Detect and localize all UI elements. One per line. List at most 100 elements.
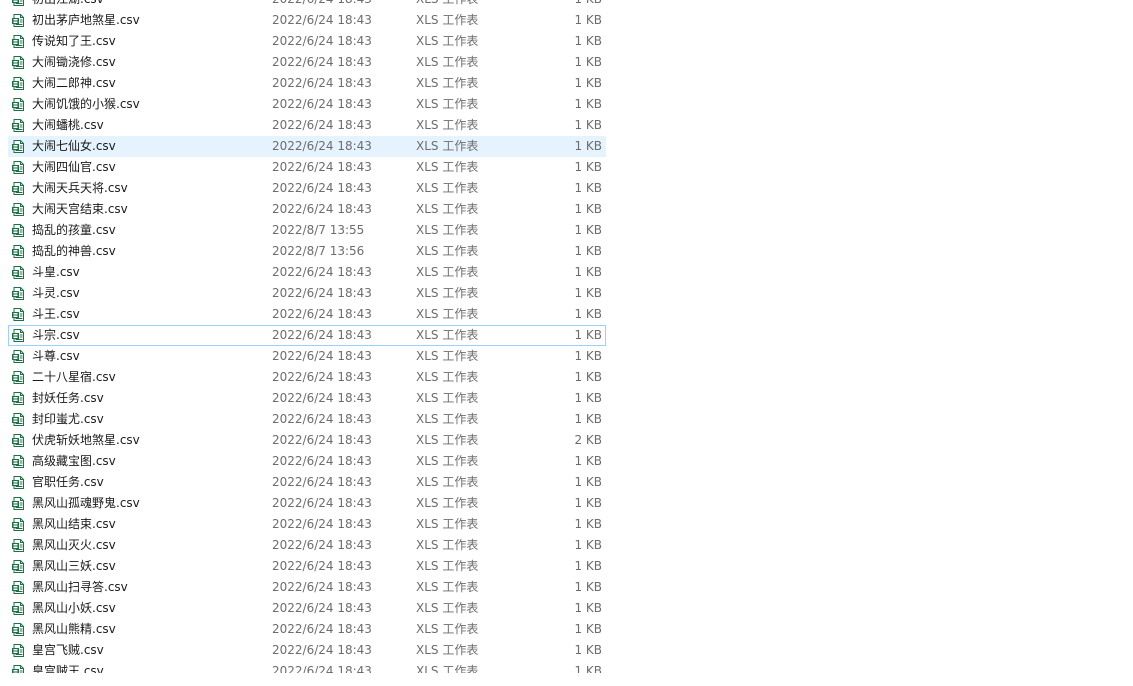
csv-spreadsheet-icon: [12, 98, 24, 111]
file-name: 初出茅庐地煞星.csv: [32, 13, 140, 27]
file-date: 2022/6/24 18:43: [272, 55, 372, 69]
file-date: 2022/6/24 18:43: [272, 328, 372, 342]
file-row[interactable]: 高级藏宝图.csv 2022/6/24 18:43 XLS 工作表 1 KB: [8, 451, 606, 472]
file-row[interactable]: 黑风山小妖.csv 2022/6/24 18:43 XLS 工作表 1 KB: [8, 598, 606, 619]
csv-spreadsheet-icon: [12, 581, 24, 594]
file-name: 高级藏宝图.csv: [32, 454, 116, 468]
file-type: XLS 工作表: [416, 34, 479, 48]
file-row[interactable]: 斗王.csv 2022/6/24 18:43 XLS 工作表 1 KB: [8, 304, 606, 325]
file-row[interactable]: 初出江湖.csv 2022/6/24 18:43 XLS 工作表1 KB: [8, 0, 606, 10]
file-row[interactable]: 斗皇.csv 2022/6/24 18:43 XLS 工作表 1 KB: [8, 262, 606, 283]
csv-spreadsheet-icon: [12, 14, 24, 27]
file-row[interactable]: 初出茅庐地煞星.csv 2022/6/24 18:43 XLS 工作表 1 KB: [8, 10, 606, 31]
file-type: XLS 工作表: [416, 601, 479, 615]
file-size: 1 KB: [529, 0, 602, 10]
file-date: 2022/6/24 18:43: [272, 76, 372, 90]
file-row[interactable]: 封妖任务.csv 2022/6/24 18:43 XLS 工作表 1 KB: [8, 388, 606, 409]
file-row[interactable]: 斗灵.csv 2022/6/24 18:43 XLS 工作表 1 KB: [8, 283, 606, 304]
file-row[interactable]: 封印蚩尤.csv 2022/6/24 18:43 XLS 工作表 1 KB: [8, 409, 606, 430]
csv-spreadsheet-icon: [12, 287, 24, 300]
file-name: 斗王.csv: [32, 307, 80, 321]
file-row[interactable]: 捣乱的孩童.csv 2022/8/7 13:55 XLS 工作表 1 KB: [8, 220, 606, 241]
file-name: 黑风山三妖.csv: [32, 559, 116, 573]
file-row[interactable]: 皇宫贼王.csv 2022/6/24 18:43 XLS 工作表 1 KB: [8, 661, 606, 673]
file-row[interactable]: 大闹蟠桃.csv 2022/6/24 18:43 XLS 工作表 1 KB: [8, 115, 606, 136]
file-size: 1 KB: [574, 391, 602, 405]
csv-spreadsheet-icon: [12, 476, 24, 489]
file-row[interactable]: 大闹天宫结束.csv 2022/6/24 18:43 XLS 工作表 1 KB: [8, 199, 606, 220]
file-date: 2022/6/24 18:43: [272, 13, 372, 27]
file-size: 1 KB: [574, 370, 602, 384]
file-type: XLS 工作表: [416, 664, 479, 673]
file-type: XLS 工作表: [416, 559, 479, 573]
file-name: 官职任务.csv: [32, 475, 104, 489]
file-type: XLS 工作表: [416, 496, 479, 510]
file-row[interactable]: 斗宗.csv 2022/6/24 18:43 XLS 工作表 1 KB: [8, 325, 606, 346]
file-size: 1 KB: [574, 538, 602, 552]
file-type: XLS 工作表: [416, 202, 479, 216]
file-row[interactable]: 官职任务.csv 2022/6/24 18:43 XLS 工作表 1 KB: [8, 472, 606, 493]
file-size: 1 KB: [574, 580, 602, 594]
file-list: 初出江湖.csv 2022/6/24 18:43 XLS 工作表 1 KB 初出茅庐地…: [8, 0, 606, 673]
csv-spreadsheet-icon: [12, 266, 24, 279]
file-row[interactable]: 黑风山结束.csv 2022/6/24 18:43 XLS 工作表 1 KB: [8, 514, 606, 535]
file-date: 2022/6/24 18:43: [272, 559, 372, 573]
file-date: 2022/6/24 18:43: [272, 34, 372, 48]
file-row[interactable]: 皇宫飞贼.csv 2022/6/24 18:43 XLS 工作表 1 KB: [8, 640, 606, 661]
file-date: 2022/6/24 18:43: [272, 433, 372, 447]
csv-spreadsheet-icon: [12, 182, 24, 195]
file-row[interactable]: 大闹饥饿的小猴.csv 2022/6/24 18:43 XLS 工作表 1 KB: [8, 94, 606, 115]
file-row[interactable]: 黑风山熊精.csv 2022/6/24 18:43 XLS 工作表 1 KB: [8, 619, 606, 640]
file-row[interactable]: 大闹锄浇修.csv 2022/6/24 18:43 XLS 工作表 1 KB: [8, 52, 606, 73]
file-date: 2022/6/24 18:43: [272, 307, 372, 321]
file-row[interactable]: 斗尊.csv 2022/6/24 18:43 XLS 工作表 1 KB: [8, 346, 606, 367]
file-date: 2022/6/24 18:43: [272, 517, 372, 531]
file-date: 2022/6/24 18:43: [272, 601, 372, 615]
file-row[interactable]: 大闹天兵天将.csv 2022/6/24 18:43 XLS 工作表 1 KB: [8, 178, 606, 199]
file-size: 1 KB: [574, 118, 602, 132]
csv-spreadsheet-icon: [12, 497, 24, 510]
csv-spreadsheet-icon: [12, 224, 24, 237]
file-row[interactable]: 捣乱的神兽.csv 2022/8/7 13:56 XLS 工作表 1 KB: [8, 241, 606, 262]
file-row[interactable]: 黑风山扫寻答.csv 2022/6/24 18:43 XLS 工作表 1 KB: [8, 577, 606, 598]
file-date: 2022/6/24 18:43: [272, 181, 372, 195]
file-date: 2022/8/7 13:56: [272, 244, 365, 258]
csv-spreadsheet-icon: [12, 245, 24, 258]
csv-spreadsheet-icon: [12, 77, 24, 90]
file-date: 2022/6/24 18:43: [272, 265, 372, 279]
file-name: 初出江湖.csv: [32, 0, 262, 10]
file-size: 1 KB: [574, 307, 602, 321]
file-name: 斗宗.csv: [32, 328, 80, 342]
csv-spreadsheet-icon: [12, 560, 24, 573]
file-type: XLS 工作表: [416, 391, 479, 405]
csv-spreadsheet-icon: [12, 0, 24, 6]
csv-spreadsheet-icon: [12, 518, 24, 531]
file-type: XLS 工作表: [416, 349, 479, 363]
file-row[interactable]: 黑风山三妖.csv 2022/6/24 18:43 XLS 工作表 1 KB: [8, 556, 606, 577]
file-row[interactable]: 二十八星宿.csv 2022/6/24 18:43 XLS 工作表 1 KB: [8, 367, 606, 388]
file-row[interactable]: 大闹二郎神.csv 2022/6/24 18:43 XLS 工作表 1 KB: [8, 73, 606, 94]
file-row[interactable]: 传说知了王.csv 2022/6/24 18:43 XLS 工作表 1 KB: [8, 31, 606, 52]
file-row[interactable]: 黑风山灭火.csv 2022/6/24 18:43 XLS 工作表 1 KB: [8, 535, 606, 556]
file-date: 2022/6/24 18:43: [272, 475, 372, 489]
file-name: 二十八星宿.csv: [32, 370, 116, 384]
file-size: 2 KB: [574, 433, 602, 447]
file-row[interactable]: 大闹七仙女.csv 2022/6/24 18:43 XLS 工作表 1 KB: [8, 136, 606, 157]
file-row[interactable]: 伏虎斩妖地煞星.csv 2022/6/24 18:43 XLS 工作表 2 KB: [8, 430, 606, 451]
file-row[interactable]: 大闹四仙官.csv 2022/6/24 18:43 XLS 工作表 1 KB: [8, 157, 606, 178]
file-type: XLS 工作表: [416, 118, 479, 132]
file-date: 2022/6/24 18:43: [272, 454, 372, 468]
csv-spreadsheet-icon: [12, 329, 24, 342]
csv-spreadsheet-icon: [12, 434, 24, 447]
file-row[interactable]: 黑风山孤魂野鬼.csv 2022/6/24 18:43 XLS 工作表 1 KB: [8, 493, 606, 514]
file-type: XLS 工作表: [416, 55, 479, 69]
csv-spreadsheet-icon: [12, 140, 24, 153]
csv-spreadsheet-icon: [12, 623, 24, 636]
file-type: XLS 工作表: [416, 370, 479, 384]
file-date: 2022/6/24 18:43: [272, 286, 372, 300]
file-name: 大闹二郎神.csv: [32, 76, 116, 90]
file-size: 1 KB: [574, 664, 602, 673]
file-name: 黑风山扫寻答.csv: [32, 580, 128, 594]
file-size: 1 KB: [574, 475, 602, 489]
file-size: 1 KB: [574, 181, 602, 195]
